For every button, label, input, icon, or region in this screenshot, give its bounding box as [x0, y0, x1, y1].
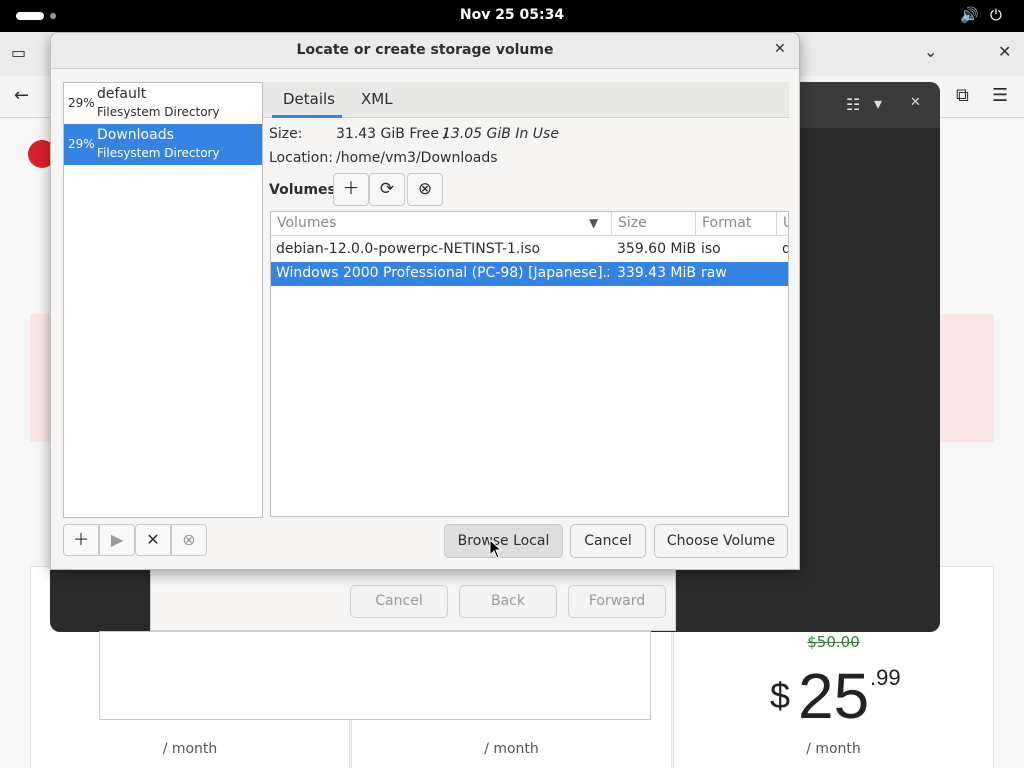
new-vm-wizard-footer: Cancel Back Forward [150, 569, 676, 631]
column-header-format[interactable]: Format [696, 212, 777, 236]
power-icon[interactable]: ⏻ [990, 6, 1002, 24]
price-cents: .99 [870, 665, 901, 690]
wizard-cancel-button[interactable]: Cancel [350, 585, 448, 618]
volume-icon[interactable]: 🔊 [960, 6, 979, 24]
menu-icon[interactable]: ☰ [992, 85, 1008, 106]
close-icon[interactable]: ✕ [910, 95, 921, 110]
pool-type: Filesystem Directory [97, 105, 220, 119]
top-bar: Nov 25 05:34 🔊 ⏻ [0, 0, 1024, 32]
size-in-use: 13.05 GiB In Use [442, 126, 559, 142]
back-icon[interactable]: ← [14, 85, 29, 106]
column-header-size[interactable]: Size [612, 212, 696, 236]
close-window-icon[interactable]: ✕ [998, 42, 1011, 61]
pool-usage: 29% [68, 96, 95, 110]
pool-type: Filesystem Directory [97, 146, 220, 160]
storage-volume-dialog: Locate or create storage volume ✕ 29% de… [50, 32, 800, 570]
volume-name: debian-12.0.0-powerpc-NETINST-1.iso [276, 241, 541, 257]
delete-icon: ✕ [146, 530, 160, 549]
pool-item-default[interactable]: 29% default Filesystem Directory [64, 83, 262, 124]
extensions-icon[interactable]: ⧉ [956, 85, 969, 106]
volume-table: Volumes ▼ Size Format U debian-12.0.0-po… [270, 211, 789, 517]
price-period: / month [484, 741, 539, 757]
tab-overview-icon[interactable]: ▭ [11, 43, 26, 62]
add-volume-button[interactable]: ＋ [333, 173, 369, 206]
sort-arrow-icon: ▼ [589, 216, 599, 230]
old-price: $50.00 [807, 633, 860, 651]
wizard-content-area [99, 631, 651, 720]
location-label: Location: [269, 150, 333, 166]
add-pool-button[interactable]: ＋ [63, 524, 99, 556]
volume-size: 339.43 MiB [617, 265, 695, 281]
volume-format: iso [701, 241, 721, 257]
delete-volume-button[interactable]: ⊗ [407, 173, 443, 206]
price-period: / month [806, 741, 861, 757]
browse-local-button[interactable]: Browse Local [444, 524, 563, 558]
volumes-label: Volumes [269, 182, 336, 198]
play-icon: ▶ [110, 530, 124, 549]
clock[interactable]: Nov 25 05:34 [0, 7, 1024, 23]
plus-icon: ＋ [342, 179, 360, 199]
volume-size: 359.60 MiB [617, 241, 695, 257]
mouse-cursor-icon [489, 539, 503, 559]
wizard-back-button[interactable]: Back [459, 585, 557, 618]
refresh-button[interactable]: ⟳ [369, 173, 405, 206]
volume-used-by: d [782, 241, 788, 257]
price-integer: 25 [798, 660, 870, 732]
location-value: /home/vm3/Downloads [336, 150, 498, 166]
active-tab-indicator [272, 115, 342, 118]
dialog-title: Locate or create storage volume [296, 42, 554, 58]
start-pool-button[interactable]: ▶ [99, 524, 135, 556]
table-row[interactable]: debian-12.0.0-powerpc-NETINST-1.iso 359.… [271, 238, 788, 262]
dialog-titlebar: Locate or create storage volume ✕ [51, 33, 799, 69]
column-header-used-by[interactable]: U [777, 212, 788, 236]
table-row[interactable]: Windows 2000 Professional (PC-98) [Japan… [271, 262, 788, 286]
price-period: / month [162, 741, 218, 757]
tab-list-chevron-icon[interactable]: ⌄ [924, 42, 937, 61]
storage-pool-list: 29% default Filesystem Directory 29% Dow… [63, 82, 263, 518]
price-currency: $ [770, 675, 791, 716]
refresh-icon: ⟳ [379, 179, 395, 199]
stop-icon: ⊗ [182, 530, 196, 549]
size-label: Size: [269, 126, 303, 142]
pool-name: default [97, 86, 147, 102]
cancel-button[interactable]: Cancel [570, 524, 646, 558]
delete-pool-button[interactable]: ✕ [135, 524, 171, 556]
pool-usage: 29% [68, 137, 95, 151]
tab-xml[interactable]: XML [361, 90, 393, 108]
size-free: 31.43 GiB Free / [336, 126, 449, 142]
tab-details[interactable]: Details [283, 90, 335, 108]
choose-volume-button[interactable]: Choose Volume [654, 524, 788, 558]
list-view-icon[interactable]: ☷ [846, 95, 860, 114]
volume-format: raw [701, 265, 727, 281]
dropdown-arrow-icon[interactable]: ▾ [874, 94, 882, 113]
details-tabs: Details XML [263, 82, 789, 118]
close-icon[interactable]: ✕ [774, 41, 786, 57]
pool-name: Downloads [97, 127, 174, 143]
plus-icon: ＋ [72, 530, 89, 549]
volume-name: Windows 2000 Professional (PC-98) [Japan… [276, 265, 609, 281]
stop-icon: ⊗ [417, 179, 433, 199]
stop-pool-button[interactable]: ⊗ [171, 524, 207, 556]
wizard-forward-button[interactable]: Forward [568, 585, 666, 618]
pool-item-downloads[interactable]: 29% Downloads Filesystem Directory [64, 124, 262, 165]
column-header-volumes[interactable]: Volumes ▼ [271, 212, 612, 236]
